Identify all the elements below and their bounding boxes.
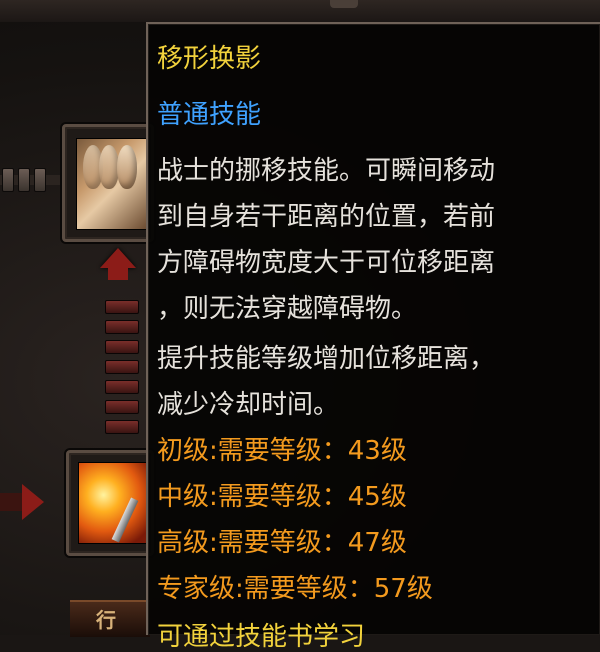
chain-link xyxy=(105,300,139,314)
description-line: 战士的挪移技能。可瞬间移动 xyxy=(157,156,496,186)
requirement-line: 中级:需要等级：45级 xyxy=(157,482,407,512)
skill-name: 移形换影 xyxy=(157,44,262,74)
bottom-glyph: 行 xyxy=(96,608,116,632)
requirement-line: 专家级:需要等级：57级 xyxy=(157,574,433,604)
mask-trio-icon[interactable] xyxy=(76,138,148,230)
skill-type: 普通技能 xyxy=(157,100,262,130)
bar-segment xyxy=(2,168,14,192)
chain-link xyxy=(105,320,139,334)
skill-tooltip: 移形换影 普通技能 战士的挪移技能。可瞬间移动 到自身若干距离的位置，若前 方障… xyxy=(146,22,600,652)
blade-shape xyxy=(111,497,139,543)
chain-link xyxy=(105,420,139,434)
bar-segment xyxy=(34,168,46,192)
chain-link xyxy=(105,360,139,374)
top-frame-strip xyxy=(0,0,600,22)
fire-blade-icon[interactable] xyxy=(78,462,150,544)
left-connector-red xyxy=(0,493,24,511)
requirement-line: 初级:需要等级：43级 xyxy=(157,436,407,466)
mask-shape xyxy=(117,145,137,189)
arrow-right-icon xyxy=(22,484,44,520)
description-line: 到自身若干距离的位置，若前 xyxy=(157,202,496,232)
requirement-line: 高级:需要等级：47级 xyxy=(157,528,407,558)
chain-link xyxy=(105,340,139,354)
bar-segment xyxy=(18,168,30,192)
mask-shape xyxy=(99,145,119,189)
description-line: 提升技能等级增加位移距离， xyxy=(157,344,496,374)
chain-link xyxy=(105,400,139,414)
description-line: 方障碍物宽度大于可位移距离 xyxy=(157,248,496,278)
chain-link xyxy=(105,380,139,394)
top-frame-knob xyxy=(330,0,358,8)
arrow-up-icon xyxy=(100,248,136,268)
description-line: 减少冷却时间。 xyxy=(157,390,340,420)
description-line: ，则无法穿越障碍物。 xyxy=(157,294,418,324)
footer-text: 可通过技能书学习 xyxy=(157,622,366,652)
arrow-up-base xyxy=(108,266,128,280)
